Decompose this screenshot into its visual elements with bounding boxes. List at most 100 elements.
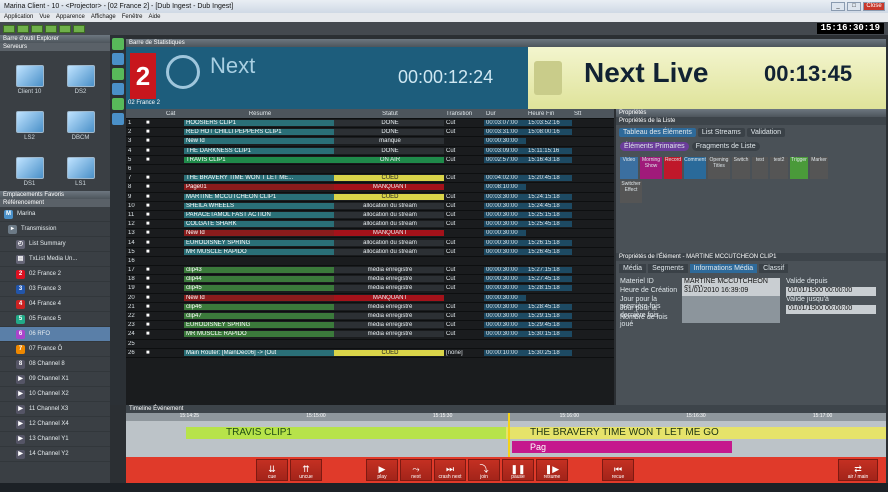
tab-validation[interactable]: Validation: [746, 128, 786, 137]
table-row[interactable]: 8 ■ Page01 MANQUANT 00:08:10:00: [126, 183, 614, 193]
table-row[interactable]: 9 ■ MARTINE MCCUTCHEON CLIP1 CUED Cut 00:03:3…: [126, 193, 614, 202]
subtab-primary[interactable]: Éléments Primaires: [620, 142, 689, 151]
device-client10[interactable]: Client 10: [4, 55, 55, 95]
timeline-clip-next[interactable]: THE BRAVERY TIME WON T LET ME GO: [506, 427, 886, 439]
record-button[interactable]: Record: [664, 157, 682, 179]
menu-fenetre[interactable]: Fenêtre: [122, 13, 143, 22]
channel-item[interactable]: ◴ List Summary: [0, 237, 110, 252]
channel-item[interactable]: ▶ 14 Channel Y2: [0, 447, 110, 462]
table-row[interactable]: 1 ■ HOOSIERS CLIP1 DONE Cut 00:03:07:00 15:03:…: [126, 119, 614, 129]
tab-segments[interactable]: Segments: [648, 264, 688, 273]
device-ds2[interactable]: DS2: [55, 55, 106, 95]
col-header[interactable]: Transition: [444, 111, 484, 117]
play-button[interactable]: ▶ play: [366, 459, 398, 481]
recue-button[interactable]: ⏮ recue: [602, 459, 634, 481]
table-row[interactable]: 11 ■ PARACETAMOL FAST ACTION allocation du …: [126, 211, 614, 221]
channel-item[interactable]: 6 06 RFO: [0, 327, 110, 342]
next-button[interactable]: ⤳ next: [400, 459, 432, 481]
tree-marina[interactable]: M Marina: [0, 207, 110, 222]
channel-item[interactable]: 2 02 France 2: [0, 267, 110, 282]
side-tool-icon[interactable]: [112, 98, 124, 110]
channel-item[interactable]: 7 07 France Ô: [0, 342, 110, 357]
menu-affichage[interactable]: Affichage: [91, 13, 116, 22]
morning-show-button[interactable]: Morning Show: [640, 157, 662, 179]
device-ls1[interactable]: LS1: [55, 147, 106, 187]
channel-item[interactable]: 8 08 Channel 8: [0, 357, 110, 372]
tab-media[interactable]: Média: [619, 264, 647, 273]
toolbar-button[interactable]: [17, 24, 29, 33]
test-button[interactable]: test: [752, 157, 768, 179]
timeline-clip-current[interactable]: TRAVIS CLIP1: [186, 427, 506, 439]
toolbar-button[interactable]: [31, 24, 43, 33]
table-row[interactable]: 23 ■ EURODISNEY SPRING média enregistré Cut 0…: [126, 321, 614, 331]
col-header[interactable]: Résumé: [184, 111, 334, 117]
col-header[interactable]: Dur: [484, 111, 526, 117]
channel-item[interactable]: ▶ 12 Channel X4: [0, 417, 110, 432]
col-header[interactable]: Stt: [572, 111, 602, 117]
valid-until-value[interactable]: 01/01/1900 00:00:00: [786, 305, 876, 314]
join-button[interactable]: ⤵ join: [468, 459, 500, 481]
table-row[interactable]: 24 ■ MR MUSCLE RAPIDO média enregistré Cut 00…: [126, 330, 614, 340]
maximize-button[interactable]: □: [847, 2, 861, 11]
comment-button[interactable]: Comment: [684, 157, 706, 179]
menu-application[interactable]: Application: [4, 13, 33, 22]
table-row[interactable]: 5 ■ TRAVIS CLIP1 ON AIR Cut 00:02:57:00 15:16:…: [126, 156, 614, 165]
channel-item[interactable]: ▶ 11 Channel X3: [0, 402, 110, 417]
channel-item[interactable]: ▶ 09 Channel X1: [0, 372, 110, 387]
pause-button[interactable]: ❚❚ pause: [502, 459, 534, 481]
table-row[interactable]: 12 ■ COLGATE SHARK allocation du stream Cut 0…: [126, 220, 614, 230]
device-dbcm[interactable]: DBCM: [55, 101, 106, 141]
table-row[interactable]: 17 ■ clip43 média enregistré Cut 00:00:30:00 1…: [126, 266, 614, 276]
device-ls2[interactable]: LS2: [4, 101, 55, 141]
table-row[interactable]: 10 ■ SHEILA WHEELS allocation du stream Cut 0…: [126, 202, 614, 211]
device-ds1[interactable]: DS1: [4, 147, 55, 187]
field-value[interactable]: MARTINE MCCUTCHEON CLIP1: [682, 278, 780, 292]
side-tool-icon[interactable]: [112, 68, 124, 80]
table-row[interactable]: 4 ■ THE DARKNESS CLIP1 DONE Cut 00:03:09:00 15…: [126, 147, 614, 156]
table-row[interactable]: 16: [126, 257, 614, 266]
toolbar-button[interactable]: [3, 24, 15, 33]
servers-header[interactable]: Serveurs: [0, 43, 110, 51]
table-row[interactable]: 7 ■ THE BRAVERY TIME WON T LET ME... CUED Cu…: [126, 174, 614, 184]
channel-item[interactable]: 5 05 France 5: [0, 312, 110, 327]
tab-classif[interactable]: Classif: [759, 264, 789, 273]
video-button[interactable]: Video: [620, 157, 638, 179]
table-row[interactable]: 21 ■ clip46 média enregistré Cut 00:00:30:00 1…: [126, 303, 614, 312]
channel-item[interactable]: ▶ 13 Channel Y1: [0, 432, 110, 447]
tab-media-info[interactable]: Informations Média: [689, 264, 758, 273]
toolbar-button[interactable]: [73, 24, 85, 33]
side-tool-icon[interactable]: [112, 38, 124, 50]
col-header[interactable]: Heure Fin: [526, 111, 572, 117]
channel-item[interactable]: ▤ TxList Media Un...: [0, 252, 110, 267]
table-row[interactable]: 6: [126, 165, 614, 175]
marker-button[interactable]: Marker: [810, 157, 828, 179]
side-tool-icon[interactable]: [112, 53, 124, 65]
minimize-button[interactable]: _: [831, 2, 845, 11]
col-header[interactable]: Statut: [334, 111, 444, 117]
side-tool-icon[interactable]: [112, 113, 124, 125]
field-value[interactable]: [682, 305, 780, 314]
tab-elements[interactable]: Tableau des Éléments: [619, 128, 696, 137]
field-value[interactable]: 31/01/2010 16:39:09: [682, 287, 780, 296]
col-header[interactable]: Cat: [164, 111, 184, 117]
switch-button[interactable]: Switch: [732, 157, 750, 179]
table-row[interactable]: 22 ■ clip47 média enregistré Cut 00:00:30:00 1…: [126, 312, 614, 322]
table-row[interactable]: 3 ■ New Id manqué 00:00:30:00: [126, 137, 614, 147]
uncue-button[interactable]: ⇈ uncue: [290, 459, 322, 481]
resume-button[interactable]: ❚▶ resume: [536, 459, 568, 481]
toolbar-button[interactable]: [45, 24, 57, 33]
side-tool-icon[interactable]: [112, 83, 124, 95]
field-value[interactable]: [682, 314, 780, 323]
table-row[interactable]: 20 ■ New Id MANQUANT 00:00:30:00: [126, 294, 614, 303]
cue-button[interactable]: ⇊ cue: [256, 459, 288, 481]
tree-transmission[interactable]: ▸ Transmission: [0, 222, 110, 237]
menu-apparence[interactable]: Apparence: [56, 13, 85, 22]
table-row[interactable]: 15 ■ MR MUSCLE RAPIDO allocation du stream C…: [126, 248, 614, 257]
tab-list-streams[interactable]: List Streams: [697, 128, 745, 137]
table-row[interactable]: 14 ■ EURODISNEY SPRING allocation du stream…: [126, 238, 614, 248]
crash-next-button[interactable]: ⏭ crash next: [434, 459, 466, 481]
channel-item[interactable]: 4 04 France 4: [0, 297, 110, 312]
valid-from-value[interactable]: 01/01/1900 00:00:00: [786, 287, 876, 296]
menu-vue[interactable]: Vue: [39, 13, 49, 22]
field-value[interactable]: [682, 296, 780, 305]
